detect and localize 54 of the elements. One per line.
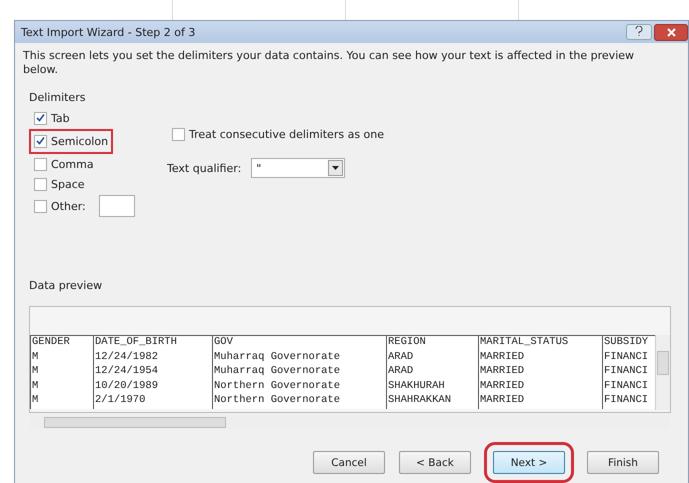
preview-cell-text: M (31, 394, 40, 408)
delimiter-checkbox[interactable]: Space (29, 175, 90, 194)
preview-cell-text: Muharraq Governorate (213, 350, 342, 364)
close-button[interactable] (654, 24, 688, 40)
preview-cell-text: FINANCI (603, 380, 650, 394)
preview-cell-text: FINANCI (603, 394, 650, 408)
preview-cell-text: MARRIED (479, 350, 526, 364)
text-qualifier-label: Text qualifier: (167, 162, 242, 174)
description-text: This screen lets you set the delimiters your data contains. You can see how your text is affected in the preview below. (23, 49, 636, 77)
preview-cell-text: MARRIED (479, 380, 526, 394)
preview-cell-text: DATE_OF_BIRTH (94, 336, 178, 350)
preview-cell-text: ARAD (387, 365, 414, 379)
preview-cell-text: M (31, 365, 40, 379)
preview-cell-text: M (31, 380, 40, 394)
vertical-scrollbar[interactable] (655, 335, 670, 410)
preview-cell-text: FINANCI (603, 350, 650, 364)
group-title: Delimiters (29, 91, 86, 104)
checkmark-icon (36, 113, 45, 122)
preview-cell-text: SHAKHURAH (387, 380, 446, 394)
preview-cell-text: 10/20/1989 (94, 380, 160, 394)
preview-cell-text: Northern Governorate (213, 394, 342, 408)
preview-cell-text: REGION (387, 336, 427, 350)
other-input-field[interactable] (98, 195, 135, 217)
preview-cell-text: GOV (213, 336, 234, 350)
preview-cell-text: GENDER (31, 336, 71, 350)
delimiter-checkbox[interactable]: Other: (29, 196, 91, 216)
preview-cell-text: M (31, 350, 40, 364)
preview-cell-text: FINANCI (603, 365, 650, 379)
wizard-button[interactable]: < Back (399, 451, 471, 474)
close-icon (666, 28, 676, 36)
preview-cell-text: Northern Governorate (213, 380, 342, 394)
preview-cell-text: SUBSIDY (603, 336, 650, 350)
question-icon (635, 26, 643, 36)
help-button[interactable] (626, 24, 652, 40)
treat-consecutive-checkbox[interactable]: Treat consecutive delimiters as one (167, 125, 390, 144)
preview-cell-text: 2/1/1970 (94, 394, 146, 408)
preview-cell-text: ARAD (387, 350, 414, 364)
dropdown-arrow-icon (332, 166, 340, 170)
delimiter-checkbox[interactable]: Semicolon (29, 129, 114, 154)
checkmark-icon (36, 136, 45, 145)
preview-cell-text: 12/24/1982 (94, 350, 160, 364)
wizard-button[interactable]: Cancel (313, 451, 385, 474)
window-title: Text Import Wizard - Step 2 of 3 (21, 26, 196, 38)
delimiter-checkbox[interactable]: Comma (29, 155, 99, 174)
preview-cell-text: Muharraq Governorate (213, 365, 342, 379)
text-qualifier-dropdown[interactable]: " (251, 158, 346, 178)
preview-cell-text: MARRIED (479, 365, 526, 379)
preview-cell-text: SHAHRAKKAN (387, 394, 452, 408)
preview-cell-text: 12/24/1954 (94, 365, 160, 379)
preview-label: Data preview (29, 279, 104, 292)
preview-cell-text: MARITAL_STATUS (479, 336, 570, 350)
preview-cell-text: MARRIED (479, 394, 526, 408)
wizard-button[interactable]: Finish (587, 451, 659, 474)
delimiter-checkbox[interactable]: Tab (29, 109, 75, 128)
